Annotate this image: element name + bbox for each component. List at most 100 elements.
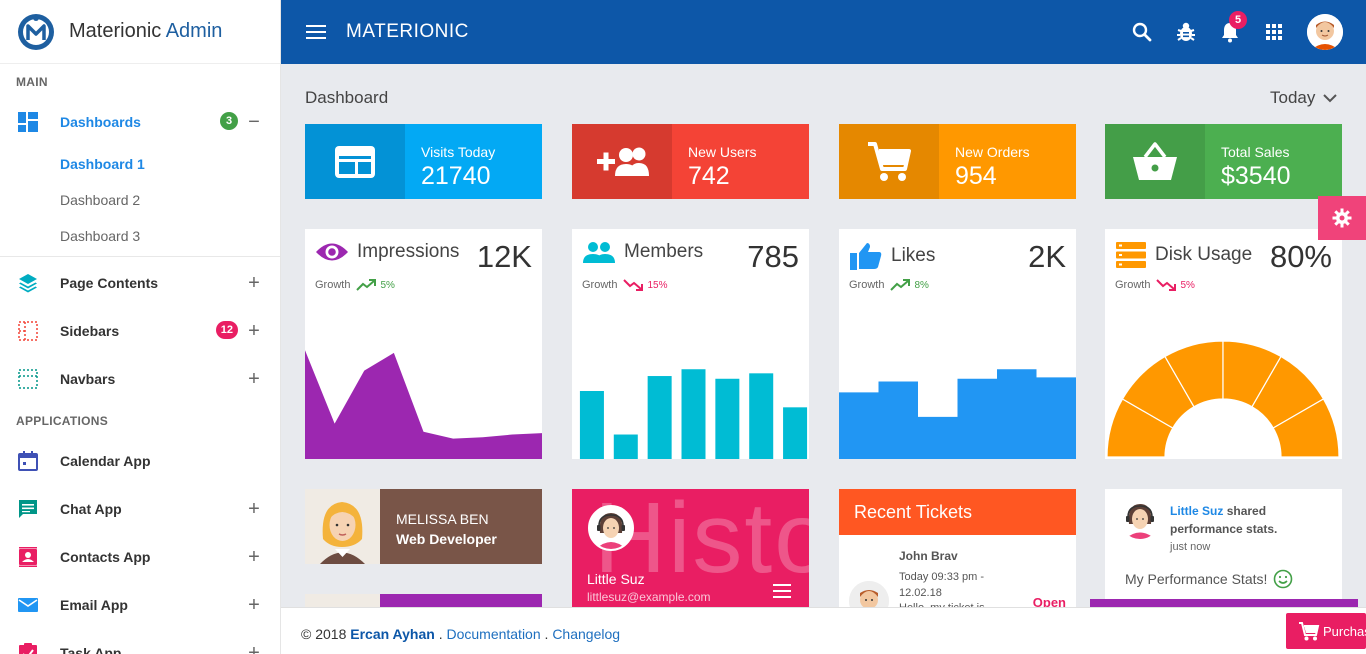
sidebar-item-navbars[interactable]: Navbars + (0, 355, 280, 403)
ticket-user-name: John Brav (899, 549, 958, 563)
trending-up-icon (890, 279, 911, 291)
history-avatar (588, 505, 634, 551)
sidebar-subitem-dashboard-1[interactable]: Dashboard 1 (0, 146, 280, 182)
card-title: Likes (891, 245, 936, 266)
ticket-date: Today 09:33 pm - 12.02.18 (899, 571, 984, 599)
topbar-title: MATERIONIC (346, 21, 469, 42)
brand-name: Materionic Admin (69, 20, 222, 43)
notifications-bell-icon[interactable]: 5 (1219, 11, 1247, 43)
stat-label: Visits Today (421, 144, 496, 160)
sidebar-item-label: Page Contents (60, 275, 159, 291)
dashboards-count-badge: 3 (220, 112, 238, 130)
brand[interactable]: Materionic Admin (0, 0, 280, 64)
trending-down-icon (1156, 279, 1177, 291)
sidebar-item-sidebars[interactable]: Sidebars 12 + (0, 307, 280, 355)
stat-new-orders[interactable]: New Orders 954 (839, 124, 1076, 199)
add-users-icon (572, 124, 672, 199)
period-select[interactable]: Today (1270, 88, 1338, 108)
members-bar (715, 378, 740, 459)
likes-card: Likes 2K Growth 8% (839, 229, 1076, 459)
profile-card[interactable]: MELISSA BEN Web Developer (305, 489, 542, 564)
sidebar-item-dashboards[interactable]: Dashboards 3 − (0, 98, 280, 146)
sidebar-item-label: Contacts App (60, 549, 151, 565)
sidebar: Materionic Admin MAIN Dashboards 3 − Das… (0, 0, 281, 654)
members-card: Members 785 Growth 15% (572, 229, 809, 459)
calendar-icon (18, 451, 38, 471)
footer-documentation-link[interactable]: Documentation (446, 626, 540, 642)
expand-toggle[interactable]: + (246, 643, 262, 654)
activity-text: Little Suz shared performance stats. (1170, 502, 1335, 538)
footer-separator: . (438, 626, 443, 642)
trending-up-icon (356, 279, 377, 291)
cart-icon (839, 124, 939, 199)
bug-icon[interactable] (1175, 21, 1197, 43)
growth-indicator: Growth 5% (1115, 279, 1195, 291)
impressions-area-chart (305, 350, 542, 459)
search-icon[interactable] (1131, 21, 1153, 43)
expand-toggle[interactable]: + (246, 321, 262, 341)
members-bar (579, 391, 604, 459)
chevron-down-icon (1323, 94, 1338, 103)
growth-label: Growth (582, 279, 618, 291)
members-bar (681, 369, 706, 459)
activity-user-link[interactable]: Little Suz (1170, 504, 1223, 518)
sidebar-item-contacts[interactable]: Contacts App + (0, 533, 280, 581)
sidebar-item-label: Dashboards (60, 114, 141, 130)
sidebar-item-label: Email App (60, 597, 128, 613)
growth-percent: 5% (1180, 279, 1195, 291)
sidebar-subitem-dashboard-2[interactable]: Dashboard 2 (0, 182, 280, 218)
expand-toggle[interactable]: + (246, 499, 262, 519)
sidebar-item-label: Calendar App (60, 453, 151, 469)
card-title: Members (624, 241, 704, 262)
expand-toggle[interactable]: + (246, 595, 262, 615)
thumbs-up-icon (850, 243, 882, 270)
stat-total-sales[interactable]: Total Sales $3540 (1105, 124, 1342, 199)
purchase-button[interactable]: Purchase (1286, 613, 1366, 649)
history-name: Little Suz (587, 571, 645, 587)
collapse-toggle[interactable]: − (246, 112, 262, 132)
sidebar-item-task[interactable]: Task App + (0, 629, 280, 654)
footer: © 2018 Ercan Ayhan . Documentation . Cha… (281, 607, 1366, 654)
sidebar-item-calendar[interactable]: Calendar App (0, 437, 280, 485)
menu-icon[interactable] (773, 584, 791, 598)
user-avatar[interactable] (1307, 14, 1343, 50)
apps-grid-icon[interactable] (1263, 21, 1285, 43)
sidebar-item-label: Chat App (60, 501, 122, 517)
sidebar-item-email[interactable]: Email App + (0, 581, 280, 629)
stat-new-users[interactable]: New Users 742 (572, 124, 809, 199)
expand-toggle[interactable]: + (246, 547, 262, 567)
growth-indicator: Growth 5% (315, 279, 395, 291)
period-select-value: Today (1270, 88, 1316, 107)
stat-label: New Orders (955, 144, 1030, 160)
members-bar (613, 434, 638, 459)
footer-changelog-link[interactable]: Changelog (552, 626, 620, 642)
expand-toggle[interactable]: + (246, 369, 262, 389)
profile-name: MELISSA BEN (396, 511, 489, 527)
stat-visits-today[interactable]: Visits Today 21740 (305, 124, 542, 199)
expand-toggle[interactable]: + (246, 273, 262, 293)
sidebar-item-chat[interactable]: Chat App + (0, 485, 280, 533)
sidebar-subitem-dashboard-3[interactable]: Dashboard 3 (0, 218, 280, 254)
section-label-main: MAIN (16, 75, 48, 89)
growth-label: Growth (315, 279, 351, 291)
disk-usage-card: Disk Usage 80% Growth 5% (1105, 229, 1342, 459)
topbar-actions: 5 (1131, 0, 1366, 64)
impressions-card: Impressions 12K Growth 5% (305, 229, 542, 459)
activity-time: just now (1170, 541, 1211, 553)
chat-icon (18, 499, 38, 519)
sidebar-item-page-contents[interactable]: Page Contents + (0, 259, 280, 307)
basket-icon (1105, 124, 1205, 199)
page-title: Dashboard (305, 88, 389, 107)
growth-percent: 8% (914, 279, 929, 291)
card-value: 12K (476, 239, 532, 274)
brand-name-main: Materionic (69, 20, 162, 42)
notification-count-badge: 5 (1229, 11, 1247, 29)
hamburger-menu-icon[interactable] (306, 25, 326, 39)
sidebars-count-badge: 12 (215, 321, 238, 339)
brand-name-accent: Admin (165, 20, 223, 42)
brand-logo-icon (18, 13, 54, 50)
purchase-label: Purchase (1323, 623, 1366, 639)
footer-author-link[interactable]: Ercan Ayhan (350, 626, 435, 642)
stat-label: Total Sales (1221, 144, 1290, 160)
settings-gear-button[interactable] (1318, 196, 1366, 240)
